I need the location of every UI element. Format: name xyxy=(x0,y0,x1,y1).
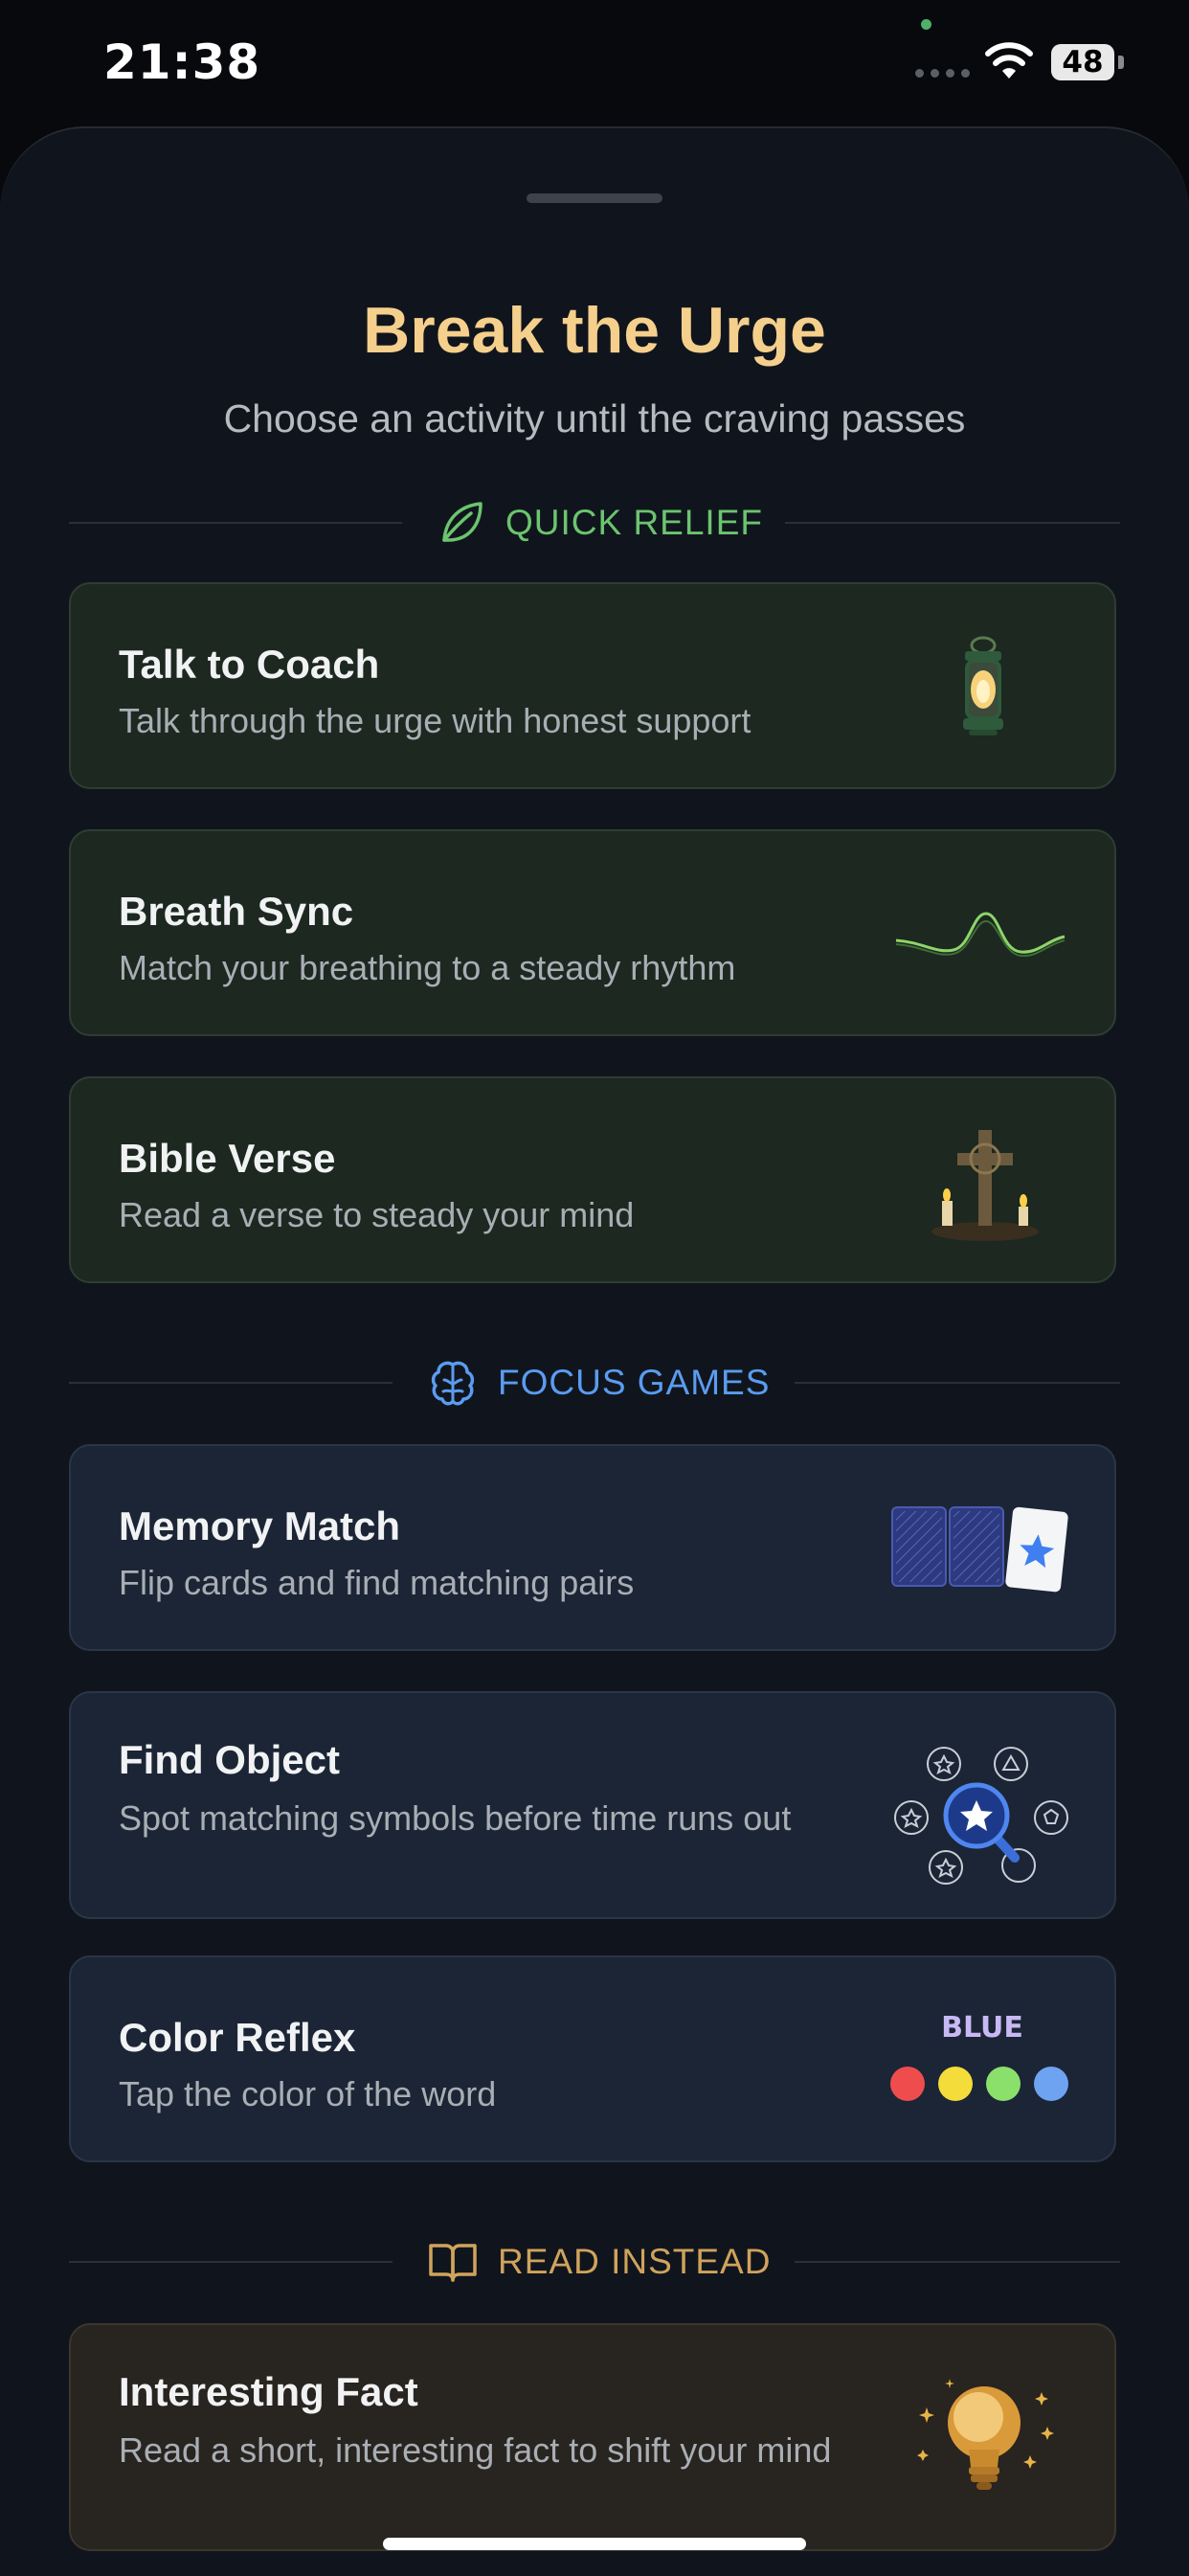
home-indicator[interactable] xyxy=(383,2538,806,2550)
privacy-indicator-dot xyxy=(921,19,931,30)
activity-card-talk-to-coach[interactable]: Talk to Coach Talk through the urge with… xyxy=(69,582,1116,789)
wifi-icon xyxy=(985,42,1033,79)
wave-icon xyxy=(895,912,1066,958)
cellular-signal-icon xyxy=(915,69,970,78)
card-title: Talk to Coach xyxy=(119,642,380,687)
card-title: Interesting Fact xyxy=(119,2369,418,2414)
lantern-icon xyxy=(963,636,1003,735)
card-subtitle: Read a verse to steady your mind xyxy=(119,1195,635,1234)
activity-card-interesting-fact[interactable]: Interesting Fact Read a short, interesti… xyxy=(69,2323,1116,2551)
color-word: BLUE xyxy=(941,2011,1023,2045)
activity-card-breath-sync[interactable]: Breath Sync Match your breathing to a st… xyxy=(69,829,1116,1036)
status-bar: 21:38 48 xyxy=(0,0,1189,124)
cards-icon xyxy=(891,1506,1068,1593)
card-subtitle: Tap the color of the word xyxy=(119,2074,497,2113)
open-book-icon xyxy=(429,2244,477,2282)
activity-card-memory-match[interactable]: Memory Match Flip cards and find matchin… xyxy=(69,1444,1116,1651)
card-title: Color Reflex xyxy=(119,2015,356,2060)
activity-card-bible-verse[interactable]: Bible Verse Read a verse to steady your … xyxy=(69,1076,1116,1283)
sheet-subtitle: Choose an activity until the craving pas… xyxy=(223,396,966,441)
activity-card-color-reflex[interactable]: Color Reflex Tap the color of the word B… xyxy=(69,1955,1116,2162)
yellow-dot xyxy=(938,2067,973,2101)
leaf-icon xyxy=(442,502,482,542)
status-time: 21:38 xyxy=(103,34,261,90)
card-title: Find Object xyxy=(119,1737,340,1782)
green-dot xyxy=(986,2067,1021,2101)
color-dots-icon xyxy=(890,2067,1068,2101)
activity-card-find-object[interactable]: Find Object Spot matching symbols before… xyxy=(69,1691,1116,1919)
card-subtitle: Flip cards and find matching pairs xyxy=(119,1563,635,1602)
blue-dot xyxy=(1034,2067,1068,2101)
section-label: READ INSTEAD xyxy=(498,2242,772,2281)
card-title: Breath Sync xyxy=(119,889,354,934)
section-label: QUICK RELIEF xyxy=(505,503,763,542)
card-title: Memory Match xyxy=(119,1503,401,1548)
card-subtitle: Match your breathing to a steady rhythm xyxy=(119,948,736,987)
sheet-title: Break the Urge xyxy=(363,294,826,367)
card-subtitle: Read a short, interesting fact to shift … xyxy=(119,2430,832,2470)
card-subtitle: Spot matching symbols before time runs o… xyxy=(119,1798,792,1838)
brain-icon xyxy=(431,1361,475,1406)
section-header-quick-relief: QUICK RELIEF xyxy=(69,494,1120,552)
cross-candles-icon xyxy=(931,1130,1039,1241)
battery-icon: 48 xyxy=(1051,44,1124,82)
sheet-grabber[interactable] xyxy=(527,193,662,203)
card-title: Bible Verse xyxy=(119,1136,336,1181)
section-header-focus-games: FOCUS GAMES xyxy=(69,1354,1120,1412)
battery-level: 48 xyxy=(1051,44,1114,80)
section-header-read-instead: READ INSTEAD xyxy=(69,2233,1120,2291)
section-label: FOCUS GAMES xyxy=(498,1363,771,1402)
lightbulb-icon xyxy=(917,2379,1054,2490)
red-dot xyxy=(890,2067,925,2101)
magnifier-symbols-icon xyxy=(894,1747,1068,1885)
break-urge-sheet: Break the Urge Choose an activity until … xyxy=(0,126,1189,2576)
card-subtitle: Talk through the urge with honest suppor… xyxy=(119,701,752,740)
